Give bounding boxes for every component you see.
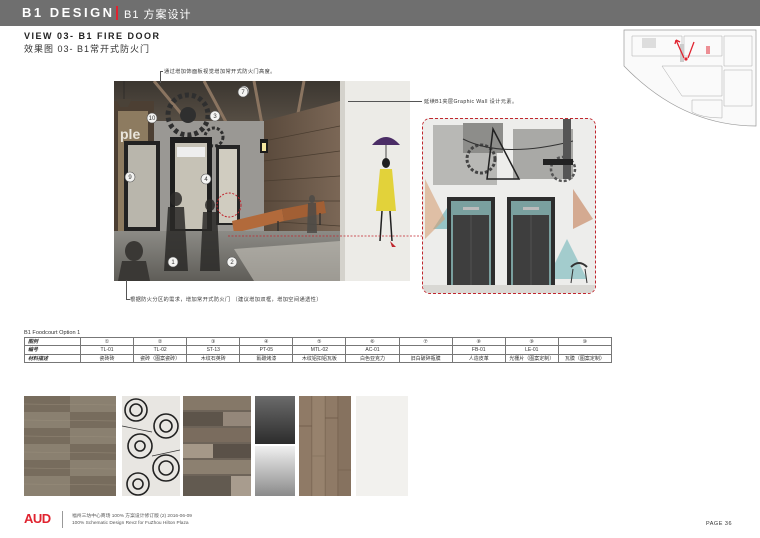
svg-text:ple: ple bbox=[120, 126, 140, 142]
table-row-code: 编号 TL-01 TL-02 ST-13 PT-05 MTL-02 AC-01 … bbox=[24, 345, 613, 355]
table-cell: ② bbox=[133, 336, 188, 347]
swatch-white-panel bbox=[356, 396, 408, 496]
table-cell: AC-01 bbox=[345, 345, 400, 355]
page-number: PAGE 36 bbox=[706, 521, 733, 527]
table-cell: ⑩ bbox=[557, 336, 613, 347]
table-cell: ⑧ bbox=[451, 336, 506, 347]
section-subtitle: B1 方案设计 bbox=[124, 9, 192, 21]
table-cell: MTL-02 bbox=[292, 345, 347, 355]
table-cell: TL-01 bbox=[79, 345, 135, 355]
table-cell: 木纹铝扣铝瓦板 bbox=[292, 353, 347, 363]
table-row-material: 材料描述 瓷砖砖 瓷砖（图案瓷砖） 木纹石英砖 氟碳烤漆 木纹铝扣铝瓦板 白色亚… bbox=[24, 353, 613, 363]
table-cell: ⑥ bbox=[345, 336, 400, 347]
leader-top-v bbox=[160, 71, 161, 83]
view-subtitle: 效果图 03- B1常开式防火门 bbox=[24, 44, 151, 54]
table-cell: 木纹石英砖 bbox=[186, 353, 241, 363]
table-cell: 旧白破碎瓶膜 bbox=[398, 353, 453, 363]
aud-logo: AUD bbox=[24, 511, 51, 526]
row-header: 材料描述 bbox=[24, 353, 81, 363]
table-cell: 人造皮革 bbox=[451, 353, 506, 363]
footer-project-cn: 福州三坊中心商场 100% 方案设计修订版 (2) 2016-06-09 bbox=[72, 514, 192, 519]
table-cell: ③ bbox=[186, 336, 241, 347]
swatch-metal-panel bbox=[255, 396, 295, 496]
footer-divider bbox=[62, 511, 63, 528]
table-cell: FB-01 bbox=[451, 345, 506, 355]
annotation-top: 通过增加饰面板视觉增加常开式防火门高度。 bbox=[164, 69, 276, 75]
header-divider bbox=[116, 6, 118, 20]
table-cell: 瓷砖砖 bbox=[79, 353, 135, 363]
table-cell: PT-05 bbox=[239, 345, 294, 355]
key-plan bbox=[622, 26, 760, 130]
table-cell bbox=[557, 345, 613, 355]
fire-door-rendering: ple 1 2 3 4 9 10 bbox=[114, 81, 410, 281]
table-row-legend: 图例 ① ② ③ ④ ⑤ ⑥ ⑦ ⑧ ⑨ ⑩ bbox=[24, 336, 613, 347]
row-header: 编号 bbox=[24, 345, 81, 355]
table-cell: ST-13 bbox=[186, 345, 241, 355]
table-cell: TL-02 bbox=[133, 345, 188, 355]
callout-7-marker: 7 bbox=[237, 86, 249, 98]
annotation-bottom: 根据防火分区的需求，增加常开式防火门 （建议增加双框，增加空间通透性） bbox=[130, 297, 322, 303]
table-cell: 瓦膜（图案定制） bbox=[557, 353, 613, 363]
table-cell: ④ bbox=[239, 336, 294, 347]
table-cell: ⑦ bbox=[398, 336, 453, 347]
table-cell: 瓷砖（图案瓷砖） bbox=[133, 353, 188, 363]
swatch-pattern-tile bbox=[122, 396, 180, 496]
graphic-wall-detail bbox=[422, 118, 596, 294]
leader-right bbox=[348, 101, 422, 102]
annotation-right: 延续B1夹层Graphic Wall 设计元素。 bbox=[424, 99, 518, 105]
footer-project-en: 100% Schematic Design Rev2 for FuZhou Hi… bbox=[72, 521, 189, 526]
table-cell: ① bbox=[79, 336, 135, 347]
table-cell bbox=[398, 345, 453, 355]
table-cell: LE-01 bbox=[504, 345, 559, 355]
swatch-wood-planks bbox=[299, 396, 351, 496]
row-header: 图例 bbox=[24, 336, 81, 347]
table-cell: 氟碳烤漆 bbox=[239, 353, 294, 363]
swatch-wood-tile bbox=[24, 396, 116, 496]
material-spec-table: 图例 ① ② ③ ④ ⑤ ⑥ ⑦ ⑧ ⑨ ⑩ 编号 TL-01 TL-02 ST… bbox=[24, 336, 613, 363]
section-title: B1 DESIGN bbox=[22, 5, 115, 20]
table-cell: 白色亚克力 bbox=[345, 353, 400, 363]
view-title: VIEW 03- B1 FIRE DOOR bbox=[24, 31, 161, 41]
swatch-rustic-wood bbox=[183, 396, 251, 496]
table-cell: 光栅片（图案定制） bbox=[504, 353, 559, 363]
table-cell: ⑤ bbox=[292, 336, 347, 347]
callout-10: 10 bbox=[149, 116, 156, 122]
detail-connector bbox=[228, 235, 422, 237]
header-bar: B1 DESIGN B1 方案设计 bbox=[0, 0, 760, 26]
table-title: B1 Foodcourt Option 1 bbox=[24, 330, 81, 336]
leader-bottom-v bbox=[126, 280, 127, 300]
table-cell: ⑨ bbox=[504, 336, 559, 347]
leader-bottom-h bbox=[126, 299, 130, 300]
